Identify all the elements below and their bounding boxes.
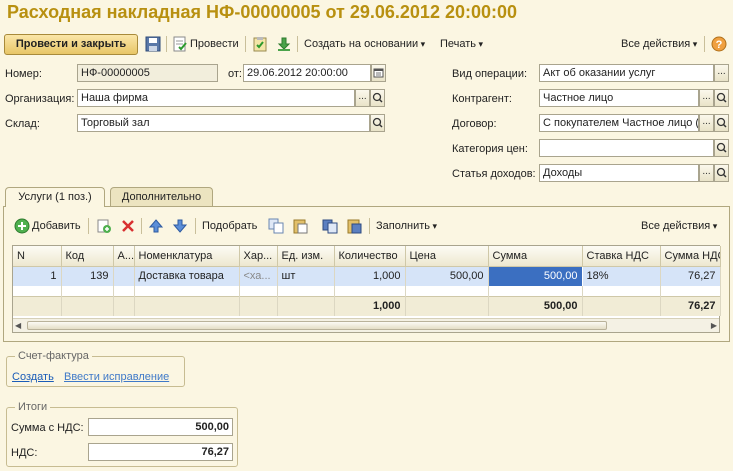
org-open-icon[interactable] (370, 89, 385, 107)
date-label: от: (228, 68, 242, 80)
contract-open-icon[interactable] (714, 114, 729, 132)
vat-field: 76,27 (88, 443, 233, 461)
contract-label: Договор: (452, 118, 497, 130)
tab-services[interactable]: Услуги (1 поз.) (5, 187, 105, 207)
move-up-icon[interactable] (148, 218, 164, 234)
col-header-vat-rate[interactable]: Ставка НДС (582, 246, 661, 267)
number-field[interactable]: НФ-00000005 (77, 64, 218, 82)
warehouse-label: Склад: (5, 118, 40, 130)
scroll-thumb[interactable] (27, 321, 607, 330)
print-menu[interactable]: Печать (440, 38, 483, 50)
scroll-right-icon[interactable]: ▶ (711, 321, 717, 330)
paste-group-icon[interactable] (346, 218, 362, 234)
paste-icon[interactable] (292, 218, 308, 234)
horizontal-scrollbar[interactable]: ◀ ▶ (13, 318, 719, 332)
col-header-n[interactable]: N (13, 246, 62, 267)
col-header-characteristic[interactable]: Хар... (239, 246, 278, 267)
warehouse-field[interactable]: Торговый зал (77, 114, 370, 132)
income-item-label: Статья доходов: (452, 168, 536, 180)
window-title: Расходная накладная НФ-00000005 от 29.06… (7, 2, 518, 22)
contractor-field[interactable]: Частное лицо (539, 89, 699, 107)
cell-vat-sum[interactable]: 76,27 (660, 266, 721, 286)
move-down-icon[interactable] (172, 218, 188, 234)
fill-menu[interactable]: Заполнить (376, 220, 437, 232)
cell-quantity[interactable]: 1,000 (334, 266, 406, 286)
cell-sum[interactable]: 500,00 (487, 265, 583, 287)
contractor-label: Контрагент: (452, 93, 512, 105)
operation-field[interactable]: Акт об оказании услуг (539, 64, 714, 82)
contract-select-button[interactable]: ... (699, 114, 714, 132)
number-label: Номер: (5, 68, 42, 80)
create-based-on-menu[interactable]: Создать на основании (304, 38, 425, 50)
total-vat-sum: 76,27 (660, 295, 721, 316)
price-category-label: Категория цен: (452, 143, 528, 155)
clipboard-icon[interactable] (252, 36, 268, 52)
operation-label: Вид операции: (452, 68, 528, 80)
col-header-a[interactable]: А... (113, 246, 135, 267)
organization-field[interactable]: Наша фирма (77, 89, 355, 107)
grid-all-actions-menu[interactable]: Все действия (641, 220, 717, 232)
delete-icon[interactable] (120, 218, 136, 234)
cell-nomenclature[interactable]: Доставка товара (134, 266, 240, 286)
vat-label: НДС: (11, 447, 38, 459)
post-doc-icon[interactable] (172, 36, 188, 52)
copy-group-icon[interactable] (322, 218, 338, 234)
total-sum: 500,00 (488, 295, 583, 316)
copy-row-icon[interactable] (96, 218, 112, 234)
invoice-group-title: Счет-фактура (15, 350, 92, 362)
cell-price[interactable]: 500,00 (405, 266, 489, 286)
cell-a[interactable] (113, 266, 135, 286)
org-select-button[interactable]: ... (355, 89, 370, 107)
post-button[interactable]: Провести (190, 38, 239, 50)
operation-select-button[interactable]: ... (714, 64, 729, 82)
copy-icon[interactable] (268, 218, 284, 234)
totals-group-title: Итоги (15, 401, 51, 413)
organization-label: Организация: (5, 93, 75, 105)
cell-unit[interactable]: шт (277, 266, 335, 286)
tab-additional[interactable]: Дополнительно (110, 187, 213, 206)
price-category-field[interactable] (539, 139, 714, 157)
col-header-price[interactable]: Цена (405, 246, 489, 267)
col-header-unit[interactable]: Ед. изм. (277, 246, 335, 267)
col-header-code[interactable]: Код (61, 246, 114, 267)
income-select-button[interactable]: ... (699, 164, 714, 182)
add-button[interactable]: Добавить (32, 220, 81, 232)
total-quantity: 1,000 (334, 295, 406, 316)
cell-characteristic[interactable]: <ха... (239, 266, 278, 286)
cell-n[interactable]: 1 (13, 266, 62, 286)
cell-code[interactable]: 139 (61, 266, 114, 286)
contractor-select-button[interactable]: ... (699, 89, 714, 107)
warehouse-open-icon[interactable] (370, 114, 385, 132)
contractor-open-icon[interactable] (714, 89, 729, 107)
income-open-icon[interactable] (714, 164, 729, 182)
col-header-nomenclature[interactable]: Номенклатура (134, 246, 240, 267)
save-icon[interactable] (145, 36, 161, 52)
enter-correction-link[interactable]: Ввести исправление (64, 371, 169, 383)
post-and-close-button[interactable]: Провести и закрыть (4, 34, 138, 55)
pick-button[interactable]: Подобрать (202, 220, 257, 232)
cell-vat-rate[interactable]: 18% (582, 266, 661, 286)
col-header-sum[interactable]: Сумма (488, 246, 583, 267)
create-invoice-link[interactable]: Создать (12, 371, 54, 383)
all-actions-menu[interactable]: Все действия (621, 38, 697, 50)
help-icon[interactable]: ? (711, 36, 727, 52)
date-field[interactable]: 29.06.2012 20:00:00 (243, 64, 371, 82)
col-header-vat-sum[interactable]: Сумма НДС (660, 246, 721, 267)
table-row[interactable]: 1 139 Доставка товара <ха... шт 1,000 50… (13, 265, 721, 287)
contract-field[interactable]: С покупателем Частное лицо (... (539, 114, 699, 132)
table-header-row: N Код А... Номенклатура Хар... Ед. изм. … (13, 246, 721, 267)
income-item-field[interactable]: Доходы (539, 164, 699, 182)
add-icon[interactable] (14, 218, 30, 234)
scroll-left-icon[interactable]: ◀ (15, 321, 21, 330)
col-header-quantity[interactable]: Количество (334, 246, 406, 267)
price-category-open-icon[interactable] (714, 139, 729, 157)
sum-with-vat-label: Сумма с НДС: (11, 422, 84, 434)
table-totals-row: 1,000 500,00 76,27 (13, 295, 721, 316)
sum-with-vat-field: 500,00 (88, 418, 233, 436)
svg-text:?: ? (716, 39, 723, 51)
main-toolbar: Провести и закрыть Провести Создать на о… (0, 33, 733, 55)
calendar-icon[interactable] (371, 64, 386, 82)
download-icon[interactable] (276, 36, 292, 52)
